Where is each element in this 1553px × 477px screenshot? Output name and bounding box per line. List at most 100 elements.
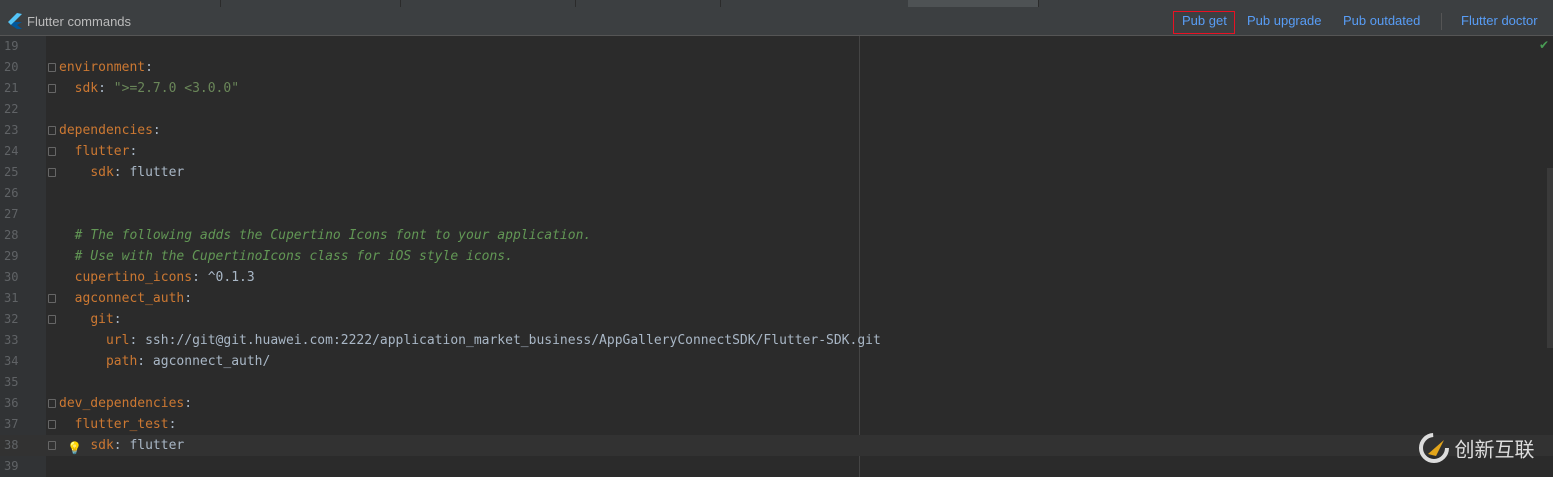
line-number: 32	[4, 312, 19, 326]
code-line[interactable]: 30 cupertino_icons: ^0.1.3	[0, 267, 1553, 288]
code-text: sdk: flutter	[59, 162, 184, 183]
code-text: dependencies:	[59, 120, 161, 141]
fold-marker-icon[interactable]	[48, 84, 56, 93]
code-token: sdk	[90, 438, 114, 453]
code-token: # Use with the CupertinoIcons class for …	[74, 249, 513, 264]
code-line[interactable]: 32 git:	[0, 309, 1553, 330]
code-token: :	[168, 417, 177, 432]
fold-marker-icon[interactable]	[48, 147, 56, 156]
code-line[interactable]: 23 dependencies:	[0, 120, 1553, 141]
code-text: agconnect_auth:	[59, 288, 192, 309]
line-number: 22	[4, 102, 19, 116]
fold-marker-icon[interactable]	[48, 420, 56, 429]
line-number: 39	[4, 459, 19, 473]
editor-tab-active[interactable]	[908, 0, 1039, 7]
code-text: git:	[59, 309, 122, 330]
code-line[interactable]: 27	[0, 204, 1553, 225]
editor-tab[interactable]	[720, 0, 909, 7]
line-number: 26	[4, 186, 19, 200]
editor-tab[interactable]	[0, 0, 221, 7]
code-token: :	[98, 81, 114, 96]
code-token: cupertino_icons	[74, 270, 193, 285]
code-line[interactable]: 28 # The following adds the Cupertino Ic…	[0, 225, 1553, 246]
code-line[interactable]: 26	[0, 183, 1553, 204]
code-token: : ssh://git@git.huawei.com:2222/applicat…	[129, 333, 881, 348]
line-number: 34	[4, 354, 19, 368]
flutter-commands-bar: Flutter commands Pub get Pub upgrade Pub…	[0, 7, 1553, 36]
code-text: url: ssh://git@git.huawei.com:2222/appli…	[59, 330, 881, 351]
code-line[interactable]: 19	[0, 36, 1553, 57]
code-token: :	[129, 144, 138, 159]
code-line[interactable]: 35	[0, 372, 1553, 393]
fold-marker-icon[interactable]	[48, 315, 56, 324]
code-line[interactable]: 29 # Use with the CupertinoIcons class f…	[0, 246, 1553, 267]
fold-marker-icon[interactable]	[48, 168, 56, 177]
line-number: 29	[4, 249, 19, 263]
code-line[interactable]: 25 sdk: flutter	[0, 162, 1553, 183]
fold-marker-icon[interactable]	[48, 399, 56, 408]
code-token: : flutter	[113, 438, 185, 453]
flutter-commands-title: Flutter commands	[27, 14, 132, 29]
code-token: :	[184, 291, 193, 306]
code-text: flutter_test:	[59, 414, 177, 435]
code-token: path	[105, 354, 138, 369]
inspection-ok-icon[interactable]: ✔	[1539, 38, 1549, 52]
code-token: git	[90, 312, 114, 327]
code-line[interactable]: 21 sdk: ">=2.7.0 <3.0.0"	[0, 78, 1553, 99]
code-token: ">=2.7.0 <3.0.0"	[113, 81, 240, 96]
fold-marker-icon[interactable]	[48, 441, 56, 450]
code-token: : ^0.1.3	[192, 270, 255, 285]
code-token: :	[113, 312, 122, 327]
fold-marker-icon[interactable]	[48, 63, 56, 72]
fold-marker-icon[interactable]	[48, 294, 56, 303]
code-line[interactable]: 38 💡 sdk: flutter	[0, 435, 1553, 456]
flutter-doctor-button[interactable]: Flutter doctor	[1461, 13, 1538, 28]
code-line[interactable]: 37 flutter_test:	[0, 414, 1553, 435]
code-token: dependencies	[59, 123, 153, 138]
editor-tab[interactable]	[220, 0, 401, 7]
code-line[interactable]: 39	[0, 456, 1553, 477]
code-token: sdk	[74, 81, 99, 96]
code-text: # The following adds the Cupertino Icons…	[59, 225, 592, 246]
scrollbar[interactable]	[1547, 168, 1553, 348]
code-text: path: agconnect_auth/	[59, 351, 270, 372]
pub-get-button[interactable]: Pub get	[1182, 13, 1227, 28]
code-line[interactable]: 36 dev_dependencies:	[0, 393, 1553, 414]
code-token: flutter_test	[74, 417, 169, 432]
code-line[interactable]: 24 flutter:	[0, 141, 1553, 162]
line-number: 36	[4, 396, 19, 410]
separator	[1441, 13, 1442, 30]
code-line[interactable]: 33 url: ssh://git@git.huawei.com:2222/ap…	[0, 330, 1553, 351]
code-token: :	[152, 123, 161, 138]
code-token: dev_dependencies	[59, 396, 185, 411]
line-number: 24	[4, 144, 19, 158]
code-text: environment:	[59, 57, 153, 78]
code-line[interactable]: 31 agconnect_auth:	[0, 288, 1553, 309]
line-number: 33	[4, 333, 19, 347]
pub-upgrade-button[interactable]: Pub upgrade	[1247, 13, 1321, 28]
line-number: 35	[4, 375, 19, 389]
fold-marker-icon[interactable]	[48, 126, 56, 135]
line-number: 25	[4, 165, 19, 179]
line-number: 30	[4, 270, 19, 284]
code-text: sdk: ">=2.7.0 <3.0.0"	[59, 78, 239, 99]
editor-tab[interactable]	[575, 0, 721, 7]
line-number: 19	[4, 39, 19, 53]
code-line[interactable]: 22	[0, 99, 1553, 120]
pub-outdated-button[interactable]: Pub outdated	[1343, 13, 1420, 28]
code-token: : flutter	[113, 165, 185, 180]
line-number: 28	[4, 228, 19, 242]
code-line[interactable]: 34 path: agconnect_auth/	[0, 351, 1553, 372]
editor-tab[interactable]	[400, 0, 576, 7]
code-line[interactable]: 20 environment:	[0, 57, 1553, 78]
code-text: dev_dependencies:	[59, 393, 192, 414]
